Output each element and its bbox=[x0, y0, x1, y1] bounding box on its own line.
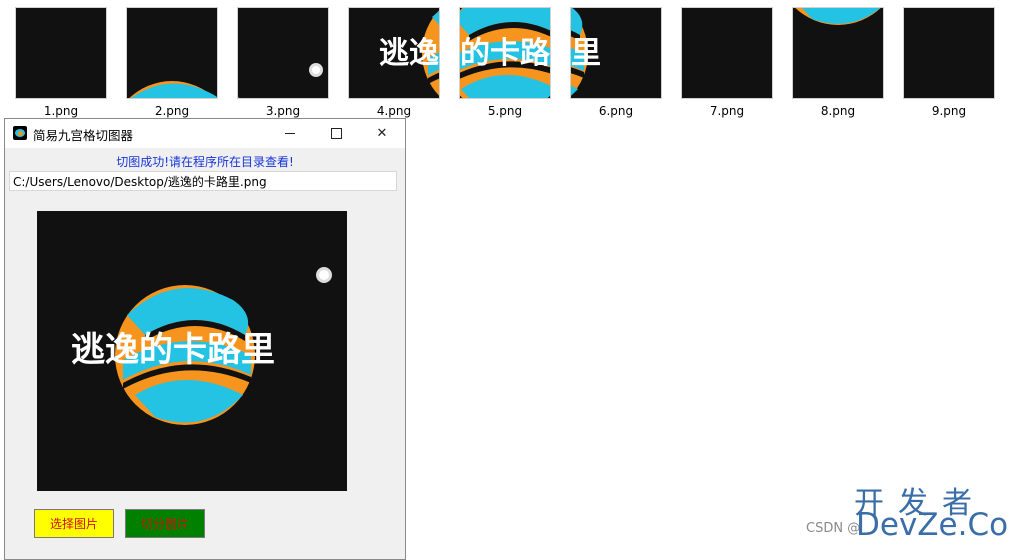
thumbnail-label-9: 9.png bbox=[931, 104, 967, 118]
maximize-icon bbox=[330, 128, 342, 139]
thumbnail-3[interactable]: 逃逸的卡路里 bbox=[238, 8, 328, 98]
close-button[interactable]: ✕ bbox=[359, 119, 405, 148]
watermark-csdn: CSDN @ bbox=[806, 521, 861, 536]
thumbnail-image: 逃逸的卡路里 bbox=[571, 8, 661, 98]
select-image-button[interactable]: 选择图片 bbox=[34, 509, 114, 538]
thumbnail-1[interactable]: 逃逸的卡路里 bbox=[16, 8, 106, 98]
thumbnail-2[interactable]: 逃逸的卡路里 bbox=[127, 8, 217, 98]
minimize-icon bbox=[285, 133, 295, 134]
file-path-input[interactable] bbox=[9, 171, 397, 191]
thumbnail-label-1: 1.png bbox=[43, 104, 79, 118]
thumbnail-image: 逃逸的卡路里 bbox=[793, 8, 883, 98]
close-icon: ✕ bbox=[376, 126, 388, 141]
cropper-window: 简易九宫格切图器 ✕ 切图成功!请在程序所在目录查看! 逃逸的卡路里 bbox=[4, 118, 406, 560]
thumbnail-image: 逃逸的卡路里 bbox=[349, 8, 439, 98]
status-message: 切图成功!请在程序所在目录查看! bbox=[116, 155, 294, 169]
svg-text:逃逸的卡路里: 逃逸的卡路里 bbox=[571, 36, 601, 71]
thumbnail-label-7: 7.png bbox=[709, 104, 745, 118]
thumbnail-label-3: 3.png bbox=[265, 104, 301, 118]
maximize-button[interactable] bbox=[313, 119, 359, 148]
thumbnail-label-5: 5.png bbox=[487, 104, 523, 118]
thumbnail-image: 逃逸的卡路里 bbox=[460, 8, 550, 98]
thumbnail-image: 逃逸的卡路里 bbox=[682, 8, 772, 98]
thumbnail-image: 逃逸的卡路里 bbox=[16, 8, 106, 98]
thumbnail-7[interactable]: 逃逸的卡路里 bbox=[682, 8, 772, 98]
thumbnail-5[interactable]: 逃逸的卡路里 bbox=[460, 8, 550, 98]
title-bar[interactable]: 简易九宫格切图器 ✕ bbox=[5, 119, 405, 148]
thumbnail-image: 逃逸的卡路里 bbox=[127, 8, 217, 98]
thumbnail-image: 逃逸的卡路里 bbox=[238, 8, 328, 98]
image-preview: 逃逸的卡路里 bbox=[37, 211, 347, 491]
app-icon bbox=[13, 126, 27, 140]
cut-image-button[interactable]: 切分图片 bbox=[125, 509, 205, 538]
thumbnail-label-6: 6.png bbox=[598, 104, 634, 118]
svg-text:逃逸的卡路里: 逃逸的卡路里 bbox=[379, 36, 439, 71]
preview-logo: 逃逸的卡路里 bbox=[37, 211, 347, 491]
thumbnail-9[interactable]: 逃逸的卡路里 bbox=[904, 8, 994, 98]
window-title: 简易九宫格切图器 bbox=[33, 128, 134, 143]
thumbnail-8[interactable]: 逃逸的卡路里 bbox=[793, 8, 883, 98]
watermark-bottom: DevZe.CoM bbox=[856, 507, 1011, 543]
thumbnail-6[interactable]: 逃逸的卡路里 bbox=[571, 8, 661, 98]
thumbnail-label-8: 8.png bbox=[820, 104, 856, 118]
minimize-button[interactable] bbox=[267, 119, 313, 148]
thumbnail-image: 逃逸的卡路里 bbox=[904, 8, 994, 98]
thumbnail-label-4: 4.png bbox=[376, 104, 412, 118]
thumbnail-4[interactable]: 逃逸的卡路里 bbox=[349, 8, 439, 98]
preview-logo-text: 逃逸的卡路里 bbox=[71, 330, 275, 370]
svg-text:逃逸的卡路里: 逃逸的卡路里 bbox=[460, 36, 550, 71]
thumbnail-label-2: 2.png bbox=[154, 104, 190, 118]
